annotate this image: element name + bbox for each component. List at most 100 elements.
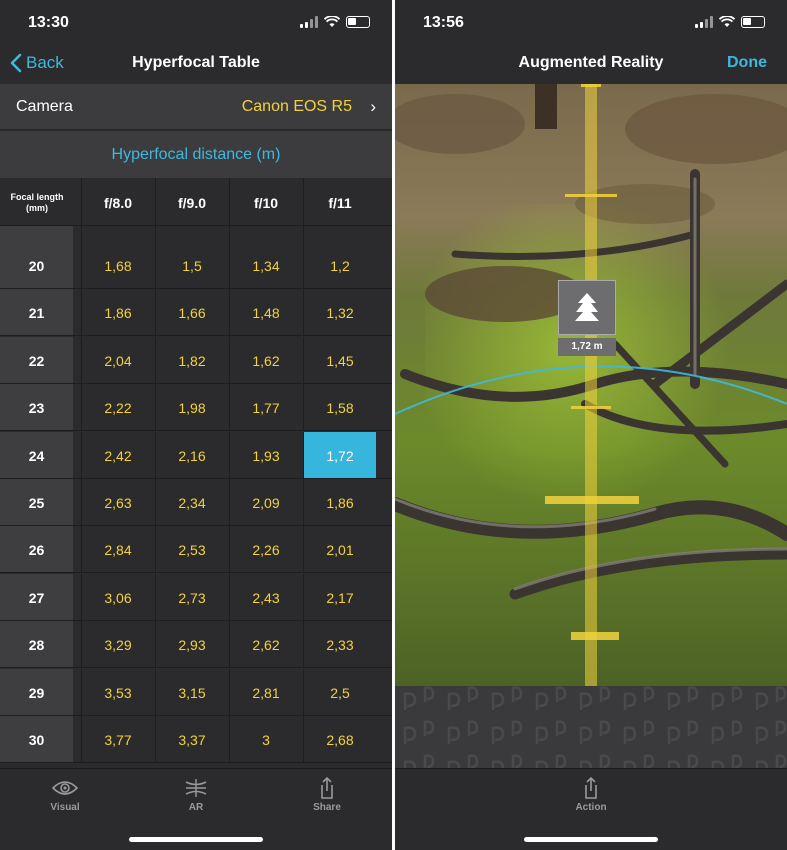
table-row[interactable]: 23 2,22 1,98 1,77 1,58 — [0, 384, 392, 432]
table-row[interactable]: 27 3,06 2,73 2,43 2,17 — [0, 573, 392, 621]
page-title: Hyperfocal Table — [132, 54, 260, 71]
value-cell[interactable]: 2,01 — [303, 526, 376, 573]
tab-action-label: Action — [575, 802, 607, 813]
camera-label: Camera — [16, 98, 73, 115]
value-cell[interactable]: 2,63 — [81, 479, 154, 525]
eye-icon — [51, 781, 79, 795]
value-cell[interactable]: 1,98 — [155, 384, 228, 431]
value-cell[interactable]: 2,42 — [81, 431, 154, 478]
focal-length-cell: 23 — [0, 384, 73, 431]
status-bar: 13:56 — [395, 0, 787, 46]
home-indicator[interactable] — [129, 837, 263, 842]
value-cell[interactable]: 3 — [229, 716, 302, 762]
value-cell[interactable]: 2,26 — [229, 526, 302, 573]
table-row[interactable]: 26 2,84 2,53 2,26 2,01 — [0, 526, 392, 574]
ar-camera-view[interactable]: 1,72 m — [395, 84, 787, 686]
logo-pattern — [395, 686, 787, 770]
ar-waves-icon — [185, 779, 207, 797]
value-cell[interactable]: 2,53 — [155, 526, 228, 573]
camera-selector[interactable]: Camera Canon EOS R5 › — [0, 84, 392, 130]
focal-length-cell: 22 — [0, 336, 73, 383]
focal-length-cell: 20 — [0, 242, 73, 288]
focal-length-cell: 21 — [0, 289, 73, 336]
value-cell[interactable]: 2,22 — [81, 384, 154, 431]
tab-share-label: Share — [313, 802, 341, 813]
value-cell[interactable]: 2,68 — [303, 716, 376, 762]
value-cell[interactable]: 1,86 — [303, 479, 376, 525]
done-button[interactable]: Done — [727, 54, 767, 72]
column-header-focal-length: Focal length (mm) — [10, 192, 64, 213]
focal-length-cell: 30 — [0, 716, 73, 762]
value-cell[interactable]: 2,93 — [155, 621, 228, 668]
home-indicator[interactable] — [524, 837, 658, 842]
augmented-reality-screen: 13:56 Augmented Reality Done 1,72 m Acti… — [395, 0, 787, 850]
value-cell[interactable]: 2,5 — [303, 668, 376, 715]
value-cell[interactable]: 1,48 — [229, 289, 302, 336]
nav-bar: Back Hyperfocal Table — [0, 46, 392, 84]
row-divider — [0, 762, 392, 763]
table-row[interactable]: 22 2,04 1,82 1,62 1,45 — [0, 336, 392, 384]
value-cell[interactable]: 1,62 — [229, 336, 302, 383]
value-cell[interactable]: 1,2 — [303, 242, 376, 288]
cellular-signal-icon — [300, 16, 318, 28]
value-cell[interactable]: 3,37 — [155, 716, 228, 762]
table-row[interactable]: 29 3,53 3,15 2,81 2,5 — [0, 668, 392, 716]
value-cell[interactable]: 3,29 — [81, 621, 154, 668]
value-cell[interactable]: 2,62 — [229, 621, 302, 668]
value-cell[interactable]: 1,77 — [229, 384, 302, 431]
tab-share[interactable]: Share — [292, 777, 362, 813]
value-cell — [155, 226, 228, 242]
value-cell[interactable]: 3,53 — [81, 668, 154, 715]
hyperfocal-table[interactable]: Focal length (mm) f/8.0 f/9.0 f/10 f/11 20 1… — [0, 178, 392, 768]
value-cell[interactable]: 3,15 — [155, 668, 228, 715]
table-row[interactable]: 21 1,86 1,66 1,48 1,32 — [0, 289, 392, 337]
tab-ar[interactable]: AR — [161, 777, 231, 813]
distance-label: 1,72 m — [558, 338, 616, 356]
value-cell[interactable]: 2,73 — [155, 573, 228, 620]
table-header: Focal length (mm) f/8.0 f/9.0 f/10 f/11 — [0, 178, 392, 226]
value-cell[interactable]: 2,04 — [81, 336, 154, 383]
value-cell[interactable]: 2,84 — [81, 526, 154, 573]
value-cell[interactable]: 1,93 — [229, 431, 302, 478]
wifi-icon — [324, 16, 340, 27]
value-cell[interactable]: 1,66 — [155, 289, 228, 336]
value-cell[interactable]: 1,32 — [303, 289, 376, 336]
value-cell[interactable]: 3,06 — [81, 573, 154, 620]
value-cell[interactable]: 2,81 — [229, 668, 302, 715]
distance-marker[interactable]: 1,72 m — [558, 280, 618, 356]
value-cell[interactable]: 2,09 — [229, 479, 302, 525]
value-cell[interactable]: 1,68 — [81, 242, 154, 288]
table-row[interactable]: 24 2,42 2,16 1,93 1,72 — [0, 431, 392, 479]
value-cell[interactable]: 2,33 — [303, 621, 376, 668]
value-cell[interactable]: 2,43 — [229, 573, 302, 620]
table-row[interactable]: 30 3,77 3,37 3 2,68 — [0, 716, 392, 763]
tab-bar: Action — [395, 768, 787, 850]
tab-ar-label: AR — [188, 802, 204, 813]
table-row[interactable]: 25 2,63 2,34 2,09 1,86 — [0, 479, 392, 526]
column-header-aperture: f/11 — [303, 178, 376, 226]
table-row[interactable]: 20 1,68 1,5 1,34 1,2 — [0, 242, 392, 289]
table-row[interactable]: 28 3,29 2,93 2,62 2,33 — [0, 621, 392, 669]
value-cell[interactable]: 1,34 — [229, 242, 302, 288]
value-cell[interactable]: 1,45 — [303, 336, 376, 383]
value-cell[interactable]: 1,86 — [81, 289, 154, 336]
status-time: 13:56 — [423, 14, 464, 31]
value-cell[interactable]: 1,58 — [303, 384, 376, 431]
value-cell[interactable]: 3,77 — [81, 716, 154, 762]
tab-visual[interactable]: Visual — [30, 777, 100, 813]
value-cell[interactable]: 1,5 — [155, 242, 228, 288]
value-cell[interactable]: 2,17 — [303, 573, 376, 620]
status-time: 13:30 — [28, 14, 69, 31]
value-cell[interactable]: 2,34 — [155, 479, 228, 525]
tree-icon — [558, 280, 616, 335]
status-bar: 13:30 — [0, 0, 392, 46]
value-cell[interactable]: 1,82 — [155, 336, 228, 383]
battery-icon — [346, 16, 370, 28]
value-cell[interactable]: 2,16 — [155, 431, 228, 478]
ar-scene — [395, 84, 787, 686]
tab-action[interactable]: Action — [556, 777, 626, 813]
focal-length-cell: 28 — [0, 621, 73, 668]
selected-value-cell[interactable]: 1,72 — [303, 431, 376, 478]
column-header-aperture: f/8.0 — [81, 178, 154, 226]
wifi-icon — [719, 16, 735, 27]
